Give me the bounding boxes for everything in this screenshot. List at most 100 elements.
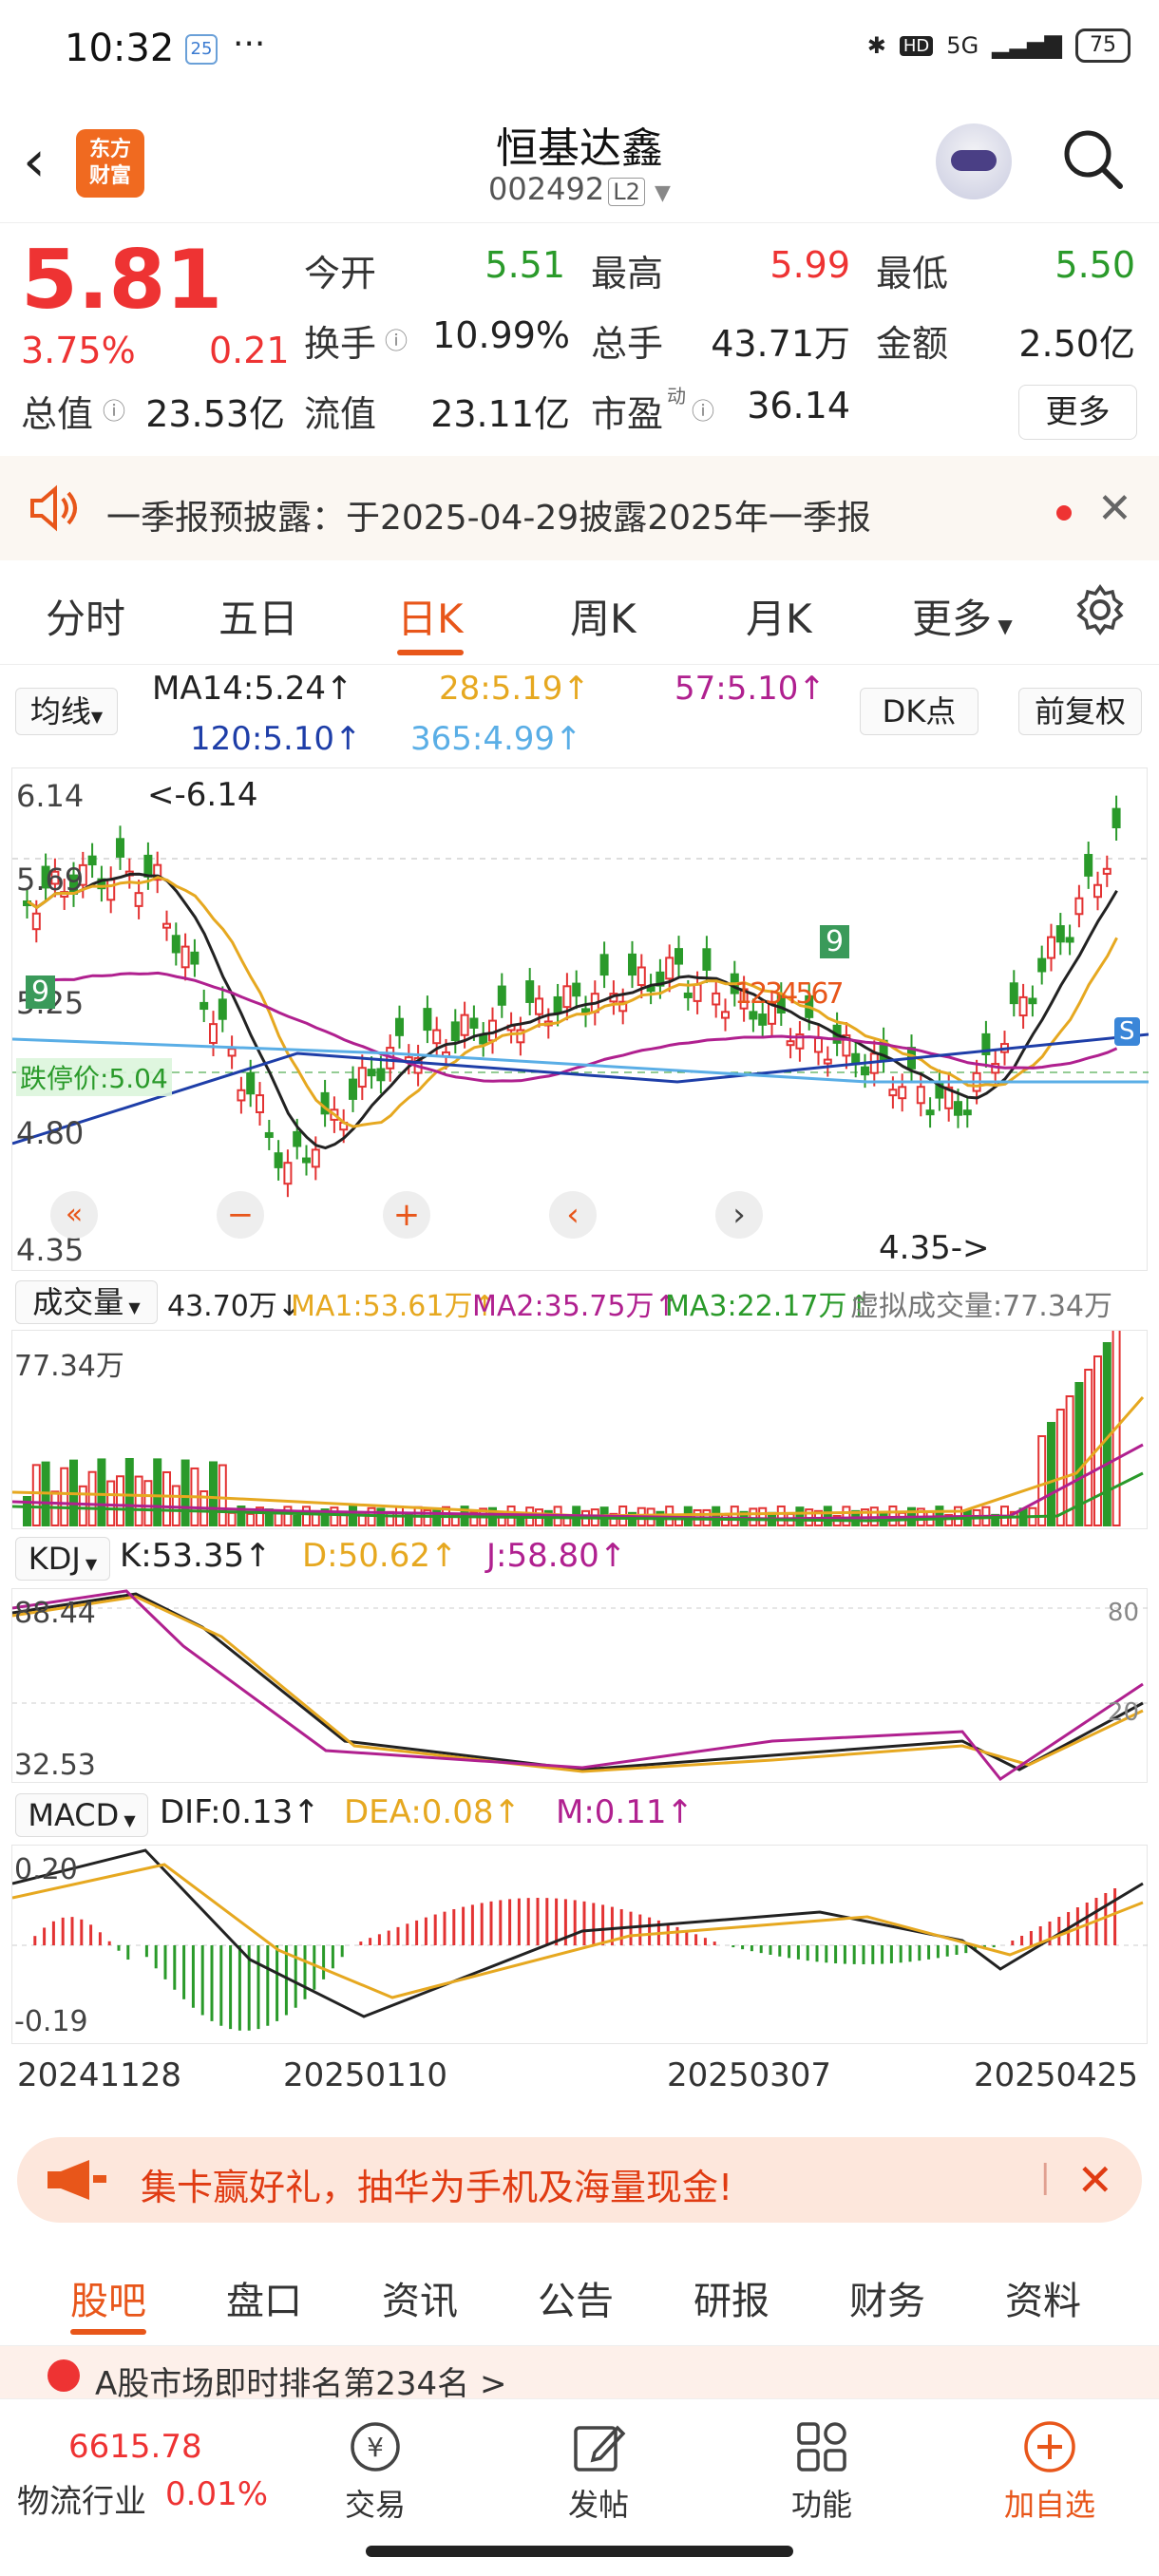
ai-assistant-icon[interactable] (936, 123, 1012, 199)
tab-monthly-k[interactable]: 月K (746, 587, 812, 645)
svg-text:¥: ¥ (367, 2432, 384, 2463)
kdj-j-label: J:58.80↑ (486, 1537, 627, 1575)
adjust-button[interactable]: 前复权 (1018, 688, 1142, 735)
info-icon[interactable]: ⓘ (385, 322, 408, 355)
close-icon[interactable]: ✕ (1097, 484, 1132, 533)
macd-panel[interactable]: 0.20 -0.19 (11, 1845, 1149, 2045)
status-icons: ✱ HD 5G ▂▃▅▇ 75 (867, 28, 1130, 63)
nav-functions[interactable]: 功能 (770, 2399, 874, 2532)
tab-news[interactable]: 资讯 (382, 2270, 458, 2325)
macd-dif-line (12, 1848, 1144, 2018)
market-cap-value: 23.53亿 (145, 393, 285, 435)
tab-finance[interactable]: 财务 (849, 2270, 925, 2325)
volume-bar (153, 1458, 162, 1526)
kdj-d-label: D:50.62↑ (302, 1537, 458, 1575)
macd-selector-label: MACD (28, 1797, 120, 1833)
volume-bar (712, 1506, 721, 1526)
volume-bar (97, 1458, 106, 1527)
y-label-2: 5.69 (16, 862, 85, 898)
kdj-top-label: 88.44 (14, 1597, 96, 1630)
candle-body (674, 948, 683, 965)
dk-point-button[interactable]: DK点 (860, 688, 978, 735)
ma-selector[interactable]: 均线▼ (15, 688, 118, 735)
zoom-in-icon[interactable]: + (383, 1191, 430, 1239)
candle-body (293, 1130, 302, 1147)
industry-change: 0.01% (165, 2475, 269, 2513)
tab-pankou[interactable]: 盘口 (226, 2270, 302, 2325)
kdj-selector-label: KDJ (28, 1541, 81, 1577)
nav-trade[interactable]: ¥ 交易 (323, 2399, 428, 2532)
nav-add-label: 加自选 (1003, 2487, 1095, 2523)
tab-guba[interactable]: 股吧 (70, 2270, 146, 2335)
tab-more-label: 更多 (912, 596, 993, 642)
rewind-icon[interactable]: « (50, 1191, 98, 1239)
volume-chart[interactable] (12, 1331, 1149, 1530)
signal-nine-right: 9 (820, 925, 850, 958)
volume-bar (1037, 1435, 1047, 1526)
sell-signal-badge: S (1114, 1017, 1140, 1046)
tab-weekly-k[interactable]: 周K (570, 587, 636, 645)
info-icon[interactable]: ⓘ (103, 392, 125, 426)
tab-five-day[interactable]: 五日 (218, 587, 298, 645)
candle-body (749, 1011, 758, 1020)
search-icon[interactable] (1059, 125, 1126, 192)
home-indicator[interactable] (366, 2546, 793, 2557)
ma120-value: 120:5.10 (190, 720, 335, 758)
ma28-value: 28:5.19 (439, 670, 563, 708)
macd-selector[interactable]: MACD ▼ (15, 1793, 148, 1837)
industry-index[interactable]: 6615.78 物流行业 0.01% (0, 2399, 276, 2532)
candle-body (962, 1109, 972, 1116)
volume-label: 总手 (591, 323, 664, 365)
ma57-value: 57:5.10 (674, 670, 799, 708)
macd-bottom-label: -0.19 (14, 2005, 88, 2038)
settings-gear-icon[interactable] (1074, 583, 1127, 636)
candle-body (814, 1036, 823, 1053)
macd-chart[interactable] (12, 1846, 1149, 2045)
volume-selector[interactable]: 成交量 ▼ (15, 1280, 158, 1324)
tab-profile[interactable]: 资料 (1005, 2270, 1081, 2325)
stock-code: 002492 (488, 171, 605, 207)
volume-bar (293, 1514, 302, 1527)
kline-panel[interactable]: 6.14 5.69 5.25 4.80 4.35 <-6.14 4.35-> 跌… (11, 767, 1149, 1271)
candle-body (861, 1066, 869, 1076)
macd-top-label: 0.20 (14, 1853, 78, 1886)
volume-panel[interactable]: 77.34万 (11, 1330, 1148, 1529)
low-label: 最低 (876, 253, 949, 294)
prev-icon[interactable]: ‹ (549, 1191, 597, 1239)
promo-banner[interactable]: 集卡赢好礼，抽华为手机及海量现金! | ✕ (17, 2137, 1142, 2223)
candle-body (599, 954, 609, 976)
kdj-panel[interactable]: 88.44 32.53 80 20 (11, 1588, 1149, 1784)
candle-body (665, 957, 674, 980)
info-icon[interactable]: ⓘ (692, 392, 714, 426)
notice-bar[interactable]: 一季报预披露：于2025-04-29披露2025年一季报 ✕ (0, 456, 1159, 560)
macd-dif-label: DIF:0.13↑ (160, 1793, 320, 1831)
candle-body (479, 1034, 488, 1045)
nav-post-label: 发帖 (567, 2487, 629, 2523)
candle-body (916, 1086, 925, 1105)
tab-research[interactable]: 研报 (694, 2270, 770, 2325)
zoom-out-icon[interactable]: − (217, 1191, 264, 1239)
volume-bar (31, 1464, 41, 1526)
candle-body (1065, 937, 1074, 943)
low-marker: 4.35-> (879, 1229, 990, 1267)
kdj-chart[interactable] (12, 1589, 1149, 1784)
float-cap-label: 流值 (304, 393, 377, 435)
kdj-k-label: K:53.35↑ (120, 1537, 272, 1575)
amount-value: 2.50亿 (1018, 323, 1135, 365)
more-button[interactable]: 更多 (1018, 385, 1137, 440)
volume-bar (116, 1475, 124, 1526)
nav-post[interactable]: 发帖 (546, 2399, 651, 2532)
close-icon[interactable]: ✕ (1076, 2154, 1113, 2206)
next-icon[interactable]: › (715, 1191, 763, 1239)
tab-daily-k[interactable]: 日K (397, 587, 464, 655)
tab-announcements[interactable]: 公告 (538, 2270, 614, 2325)
tab-intraday[interactable]: 分时 (46, 587, 125, 645)
tab-more[interactable]: 更多 ▼ (912, 587, 1013, 645)
candle-body (553, 995, 562, 1014)
kdj-selector[interactable]: KDJ ▼ (15, 1537, 110, 1581)
volume-value-label: 43.70万↓ (167, 1290, 302, 1323)
notice-text: 一季报预披露：于2025-04-29披露2025年一季报 (106, 499, 871, 538)
rank-bar[interactable]: A股市场即时排名第234名 > (0, 2346, 1159, 2403)
nav-add-watchlist[interactable]: 加自选 (988, 2399, 1112, 2532)
quote-panel: 5.81 3.75% 0.21 今开 5.51 最高 5.99 最低 5.50 … (0, 223, 1159, 456)
